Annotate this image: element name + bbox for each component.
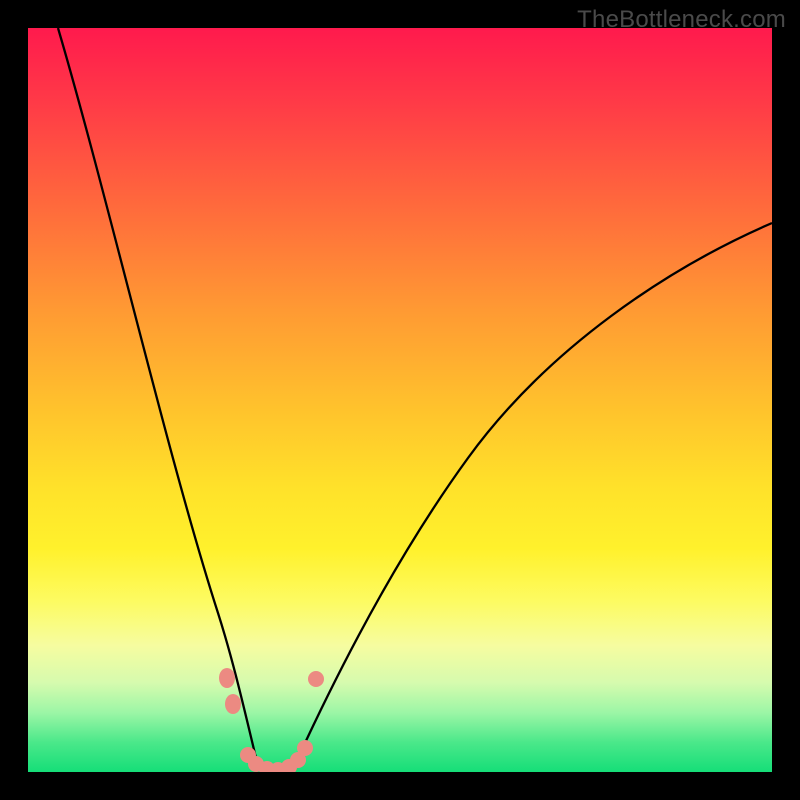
curve-left-branch <box>58 28 256 758</box>
marker-point <box>219 668 235 688</box>
curve-right-branch <box>298 223 772 758</box>
curve-layer <box>28 28 772 772</box>
plot-area <box>28 28 772 772</box>
chart-frame: TheBottleneck.com <box>0 0 800 800</box>
watermark-text: TheBottleneck.com <box>577 6 786 34</box>
marker-point <box>297 740 313 756</box>
marker-group <box>219 668 324 772</box>
marker-point <box>225 694 241 714</box>
marker-point <box>308 671 324 687</box>
